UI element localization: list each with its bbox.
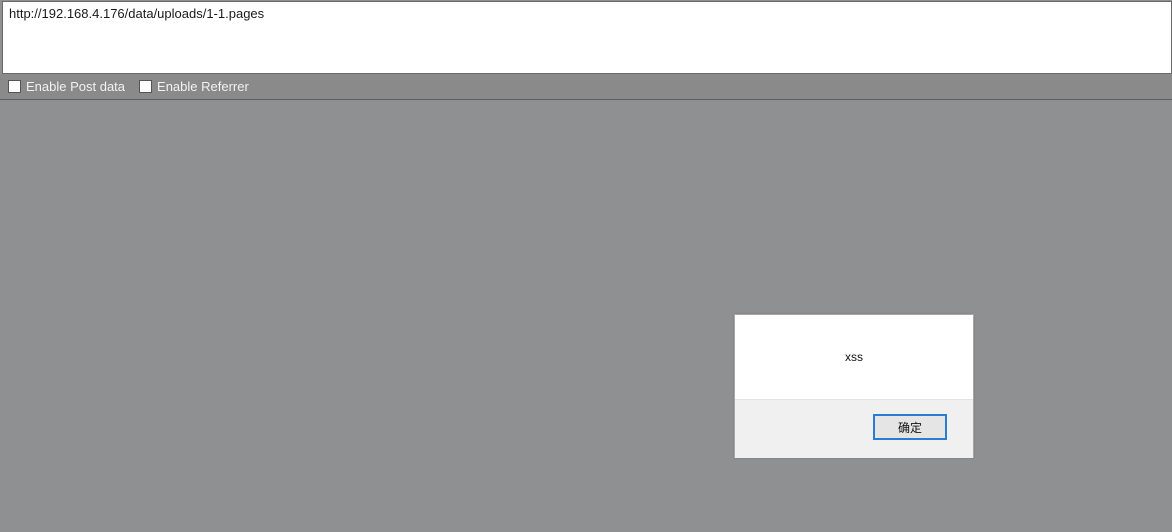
enable-post-data-checkbox[interactable] (8, 80, 21, 93)
options-bar: Enable Post data Enable Referrer (0, 74, 1172, 100)
enable-referrer-label: Enable Referrer (157, 79, 249, 94)
url-input[interactable]: http://192.168.4.176/data/uploads/1-1.pa… (2, 1, 1172, 74)
alert-dialog-footer: 确定 (735, 399, 973, 458)
alert-message: xss (845, 350, 863, 364)
enable-referrer-checkbox[interactable] (139, 80, 153, 93)
enable-post-data-option[interactable]: Enable Post data (8, 79, 125, 94)
page-content-overlay (0, 100, 1172, 532)
enable-post-data-label: Enable Post data (26, 79, 126, 94)
enable-referrer-option[interactable]: Enable Referrer (139, 79, 249, 94)
alert-dialog: xss 确定 (734, 314, 974, 458)
ok-button[interactable]: 确定 (873, 414, 947, 440)
